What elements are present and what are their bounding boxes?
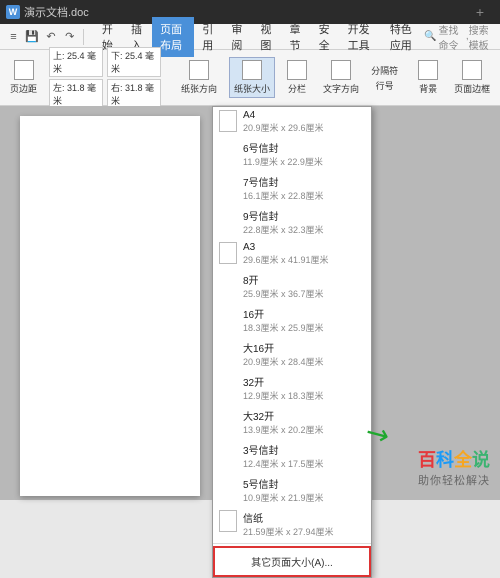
paper-thumb-icon (219, 510, 237, 532)
columns-icon (287, 60, 307, 80)
option-title: 大32开 (243, 408, 324, 423)
tab-section[interactable]: 章节 (281, 17, 310, 57)
undo-icon[interactable]: ↶ (44, 27, 59, 47)
paper-size-option[interactable]: 信纸21.59厘米 x 27.94厘米 (213, 507, 371, 541)
option-dimensions: 11.9厘米 x 22.9厘米 (243, 155, 323, 168)
watermark-title: 百科全说 (418, 446, 490, 472)
watermark: 百科全说 助你轻松解决 (418, 446, 490, 488)
option-dimensions: 13.9厘米 x 20.2厘米 (243, 423, 324, 436)
paper-size-option[interactable]: A420.9厘米 x 29.6厘米 (213, 107, 371, 137)
other-page-size-option[interactable]: 其它页面大小(A)... (213, 546, 371, 577)
option-dimensions: 12.4厘米 x 17.5厘米 (243, 457, 324, 470)
option-title: 9号信封 (243, 208, 324, 223)
paper-size-button[interactable]: 纸张大小 (229, 57, 275, 98)
tab-view[interactable]: 视图 (252, 17, 281, 57)
option-dimensions: 16.1厘米 x 22.8厘米 (243, 189, 324, 202)
margin-left-input[interactable]: 左: 31.8 毫米 (49, 79, 103, 109)
option-dimensions: 12.9厘米 x 18.3厘米 (243, 389, 324, 402)
paper-size-option[interactable]: 6号信封11.9厘米 x 22.9厘米 (213, 137, 371, 171)
option-title: 16开 (243, 306, 324, 321)
margins-icon (14, 60, 34, 80)
margin-inputs: 上: 25.4 毫米 下: 25.4 毫米 左: 31.8 毫米 右: 31.8… (49, 47, 161, 109)
paper-size-option[interactable]: 7号信封16.1厘米 x 22.8厘米 (213, 171, 371, 205)
tab-special[interactable]: 特色应用 (382, 17, 424, 57)
paper-size-option[interactable]: 大16开20.9厘米 x 28.4厘米 (213, 337, 371, 371)
paper-size-option[interactable]: 9号信封22.8厘米 x 32.3厘米 (213, 205, 371, 239)
paper-thumb-icon (219, 242, 237, 264)
paper-size-icon (242, 60, 262, 80)
paper-size-option[interactable]: 3号信封12.4厘米 x 17.5厘米 (213, 439, 371, 473)
orientation-button[interactable]: 纸张方向 (177, 58, 221, 97)
margins-button[interactable]: 页边距 (6, 58, 41, 97)
paper-size-option[interactable]: 5号信封10.9厘米 x 21.9厘米 (213, 473, 371, 507)
paper-size-option[interactable]: 大32开13.9厘米 x 20.2厘米 (213, 405, 371, 439)
option-title: 大16开 (243, 340, 324, 355)
border-button[interactable]: 页面边框 (450, 58, 494, 97)
tab-review[interactable]: 审阅 (223, 17, 252, 57)
option-title: 3号信封 (243, 442, 324, 457)
search-label: 查找命令 (438, 22, 465, 52)
paper-size-option[interactable]: 32开12.9厘米 x 18.3厘米 (213, 371, 371, 405)
option-dimensions: 22.8厘米 x 32.3厘米 (243, 223, 324, 236)
separator (83, 29, 84, 45)
paper-thumb-icon (219, 110, 237, 132)
paper-size-option[interactable]: A329.6厘米 x 41.91厘米 (213, 239, 371, 269)
option-dimensions: 20.9厘米 x 29.6厘米 (243, 121, 324, 134)
option-dimensions: 25.9厘米 x 36.7厘米 (243, 287, 324, 300)
option-dimensions: 29.6厘米 x 41.91厘米 (243, 253, 329, 266)
text-direction-icon (331, 60, 351, 80)
option-title: 6号信封 (243, 140, 323, 155)
paper-size-option[interactable]: 8开25.9厘米 x 36.7厘米 (213, 269, 371, 303)
background-button[interactable]: 背景 (414, 58, 442, 97)
option-title: 32开 (243, 374, 324, 389)
option-title: 信纸 (243, 510, 334, 525)
paper-size-dropdown: A420.9厘米 x 29.6厘米6号信封11.9厘米 x 22.9厘米7号信封… (212, 106, 372, 578)
doc-icon (6, 5, 20, 19)
columns-button[interactable]: 分栏 (283, 58, 311, 97)
watermark-subtitle: 助你轻松解决 (418, 472, 490, 488)
option-title: 5号信封 (243, 476, 324, 491)
margin-top-input[interactable]: 上: 25.4 毫米 (49, 47, 103, 77)
tab-security[interactable]: 安全 (311, 17, 340, 57)
border-icon (462, 60, 482, 80)
option-title: A3 (243, 242, 329, 253)
tab-dev[interactable]: 开发工具 (340, 17, 382, 57)
search-box[interactable]: 🔍 查找命令, 搜索模板 (424, 22, 496, 52)
app-menu-icon[interactable]: ≡ (6, 27, 21, 47)
search-placeholder: 搜索模板 (469, 22, 496, 52)
option-dimensions: 21.59厘米 x 27.94厘米 (243, 525, 334, 538)
tab-ref[interactable]: 引用 (194, 17, 223, 57)
option-title: A4 (243, 110, 324, 121)
orientation-icon (189, 60, 209, 80)
search-icon: 🔍 (424, 31, 436, 42)
option-dimensions: 20.9厘米 x 28.4厘米 (243, 355, 324, 368)
ribbon: 页边距 上: 25.4 毫米 下: 25.4 毫米 左: 31.8 毫米 右: … (0, 50, 500, 106)
document-page[interactable] (20, 116, 200, 496)
option-dimensions: 18.3厘米 x 25.9厘米 (243, 321, 324, 334)
margin-right-input[interactable]: 右: 31.8 毫米 (107, 79, 161, 109)
option-dimensions: 10.9厘米 x 21.9厘米 (243, 491, 324, 504)
margin-bottom-input[interactable]: 下: 25.4 毫米 (107, 47, 161, 77)
option-title: 7号信封 (243, 174, 324, 189)
line-group: 分隔符 行号 (371, 64, 398, 92)
new-tab-button[interactable]: + (466, 4, 494, 20)
paper-size-option[interactable]: 16开18.3厘米 x 25.9厘米 (213, 303, 371, 337)
save-icon[interactable]: 💾 (25, 27, 40, 47)
redo-icon[interactable]: ↷ (62, 27, 77, 47)
option-title: 8开 (243, 272, 324, 287)
background-icon (418, 60, 438, 80)
text-direction-button[interactable]: 文字方向 (319, 58, 363, 97)
